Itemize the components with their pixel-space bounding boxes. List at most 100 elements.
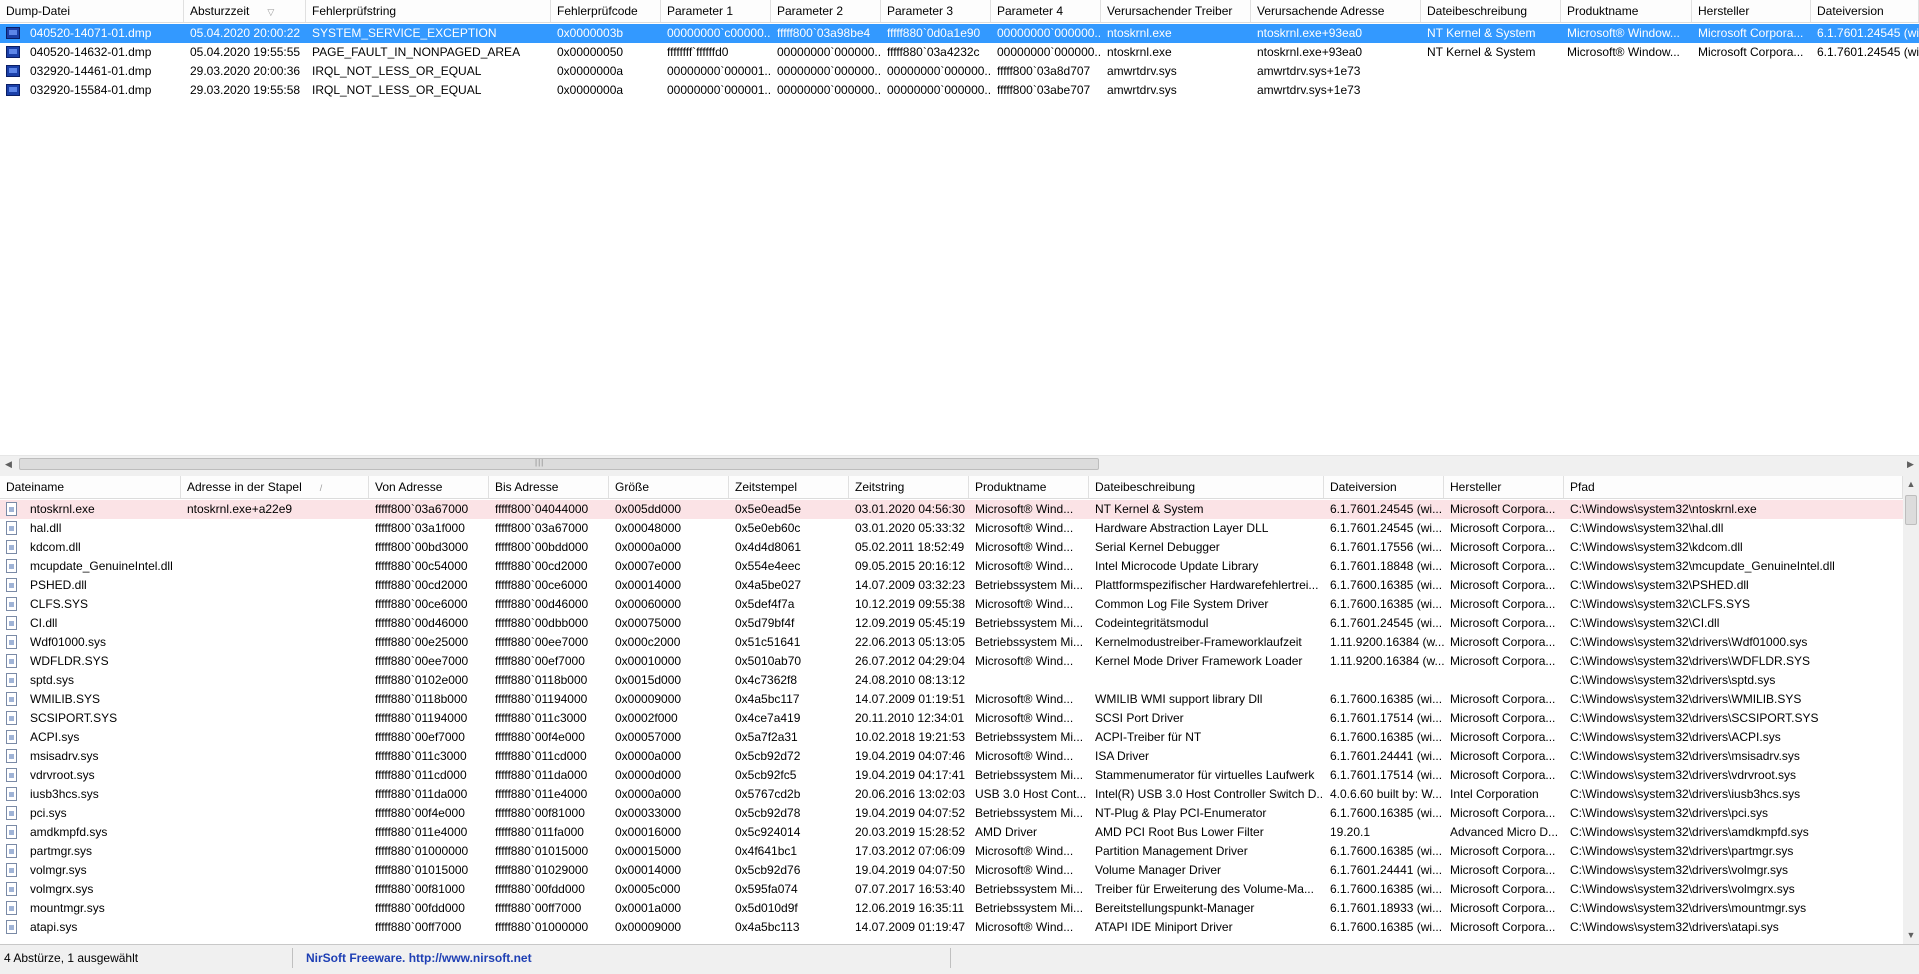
dump-row[interactable]: 032920-14461-01.dmp 29.03.2020 20:00:36 IR… <box>0 62 1919 81</box>
cell-pfad: C:\Windows\system32\PSHED.dll <box>1570 578 1749 592</box>
cell-dateiname: msisadrv.sys <box>30 749 99 763</box>
module-row[interactable]: SCSIPORT.SYS fffff880`01194000 fffff880`01… <box>0 709 1903 728</box>
column-header-von-adresse[interactable]: Von Adresse <box>369 476 489 498</box>
cell-zeitstempel: 0x5e0eb60c <box>735 521 801 535</box>
module-row[interactable]: ACPI.sys fffff880`00ef7000 fffff880`00f4e0… <box>0 728 1903 747</box>
module-row[interactable]: ntoskrnl.exe ntoskrnl.exe+a22e9 fffff800`0… <box>0 500 1903 519</box>
driver-file-icon <box>6 730 17 744</box>
module-row[interactable]: mountmgr.sys fffff880`00fdd000 fffff880`00… <box>0 899 1903 918</box>
column-header-zeitstring[interactable]: Zeitstring <box>849 476 969 498</box>
cell-pfad: C:\Windows\system32\drivers\volmgr.sys <box>1570 863 1789 877</box>
dump-row[interactable]: 040520-14071-01.dmp 05.04.2020 20:00:22 SY… <box>0 24 1919 43</box>
column-header-verursachende-adresse[interactable]: Verursachende Adresse <box>1251 0 1421 22</box>
module-row[interactable]: kdcom.dll fffff800`00bd3000 fffff800`00bdd… <box>0 538 1903 557</box>
column-header-pfad[interactable]: Pfad <box>1564 476 1903 498</box>
module-row[interactable]: CI.dll fffff880`00d46000 fffff880`00dbb000… <box>0 614 1903 633</box>
dump-list[interactable]: Dump-Datei Absturzzeit ▽ Fehlerprüfstring Fe… <box>0 0 1919 457</box>
column-header-verursachender-treiber[interactable]: Verursachender Treiber <box>1101 0 1251 22</box>
column-header-dateiversion[interactable]: Dateiversion <box>1811 0 1919 22</box>
scroll-left-arrow-icon[interactable]: ◀ <box>0 456 17 473</box>
module-row[interactable]: msisadrv.sys fffff880`011c3000 fffff880`01… <box>0 747 1903 766</box>
cell-adresse-in-der-stapel <box>181 747 369 766</box>
cell-dateibeschreibung: NT-Plug & Play PCI-Enumerator <box>1095 806 1267 820</box>
cell-zeitstring: 26.07.2012 04:29:04 <box>855 654 966 668</box>
column-header-produktname[interactable]: Produktname <box>969 476 1089 498</box>
cell-dateiname: WMILIB.SYS <box>30 692 101 706</box>
column-header-dump-datei[interactable]: Dump-Datei <box>0 0 184 22</box>
cell-zeitstempel: 0x5def4f7a <box>735 597 795 611</box>
status-separator <box>950 948 951 968</box>
column-header-dateibeschreibung[interactable]: Dateibeschreibung <box>1089 476 1324 498</box>
scroll-right-arrow-icon[interactable]: ▶ <box>1902 456 1919 473</box>
cell-dateibeschreibung <box>1421 62 1561 81</box>
cell-hersteller: Microsoft Corpora... <box>1698 26 1804 40</box>
module-row[interactable]: vdrvroot.sys fffff880`011cd000 fffff880`01… <box>0 766 1903 785</box>
column-header-produktname[interactable]: Produktname <box>1561 0 1692 22</box>
module-list[interactable]: Dateiname Adresse in der Stapel / Von Adres… <box>0 476 1903 944</box>
cell-verursachender-treiber: amwrtdrv.sys <box>1107 83 1177 97</box>
nirsoft-link[interactable]: NirSoft Freeware. http://www.nirsoft.net <box>306 949 532 967</box>
cell-von-adresse: fffff880`0118b000 <box>375 692 468 706</box>
column-header-adresse-in-der-stapel[interactable]: Adresse in der Stapel / <box>181 476 369 498</box>
cell-dateiversion: 6.1.7601.18933 (wi... <box>1330 901 1443 915</box>
module-row[interactable]: iusb3hcs.sys fffff880`011da000 fffff880`01… <box>0 785 1903 804</box>
column-header-bis-adresse[interactable]: Bis Adresse <box>489 476 609 498</box>
column-header-fehlerprüfstring[interactable]: Fehlerprüfstring <box>306 0 551 22</box>
column-header-dateiname[interactable]: Dateiname <box>0 476 181 498</box>
module-row[interactable]: hal.dll fffff800`03a1f000 fffff800`03a6700… <box>0 519 1903 538</box>
dump-row[interactable]: 032920-15584-01.dmp 29.03.2020 19:55:58 IR… <box>0 81 1919 100</box>
column-header-dateiversion[interactable]: Dateiversion <box>1324 476 1444 498</box>
cell-dateiname: Wdf01000.sys <box>30 635 107 649</box>
column-header-label: Hersteller <box>1450 480 1502 494</box>
cell-pfad: C:\Windows\system32\drivers\ACPI.sys <box>1570 730 1781 744</box>
dump-row[interactable]: 040520-14632-01.dmp 05.04.2020 19:55:55 PA… <box>0 43 1919 62</box>
column-header-label: Verursachender Treiber <box>1107 4 1233 18</box>
dump-list-horizontal-scrollbar[interactable]: ◀ ||| ▶ <box>0 455 1919 474</box>
column-header-parameter-1[interactable]: Parameter 1 <box>661 0 771 22</box>
cell-zeitstring: 03.01.2020 05:33:32 <box>855 521 966 535</box>
cell-dateiname: ACPI.sys <box>30 730 80 744</box>
cell-dateiversion: 6.1.7601.24441 (wi... <box>1330 749 1443 763</box>
column-header-dateibeschreibung[interactable]: Dateibeschreibung <box>1421 0 1561 22</box>
module-row[interactable]: mcupdate_GenuineIntel.dll fffff880`00c540… <box>0 557 1903 576</box>
module-row[interactable]: pci.sys fffff880`00f4e000 fffff880`00f8100… <box>0 804 1903 823</box>
column-header-label: Adresse in der Stapel <box>187 480 302 494</box>
scroll-down-arrow-icon[interactable]: ▼ <box>1903 927 1919 944</box>
scroll-up-arrow-icon[interactable]: ▲ <box>1903 476 1919 493</box>
column-header-zeitstempel[interactable]: Zeitstempel <box>729 476 849 498</box>
column-header-hersteller[interactable]: Hersteller <box>1692 0 1811 22</box>
cell-adresse-in-der-stapel <box>181 823 369 842</box>
module-row[interactable]: PSHED.dll fffff880`00cd2000 fffff880`00ce6… <box>0 576 1903 595</box>
module-row[interactable]: volmgr.sys fffff880`01015000 fffff880`0102… <box>0 861 1903 880</box>
column-header-hersteller[interactable]: Hersteller <box>1444 476 1564 498</box>
module-row[interactable]: atapi.sys fffff880`00ff7000 fffff880`01000… <box>0 918 1903 937</box>
column-header-fehlerprüfcode[interactable]: Fehlerprüfcode <box>551 0 661 22</box>
cell-dateiversion: 6.1.7601.18848 (wi... <box>1330 559 1443 573</box>
cell-zeitstempel: 0x4d4d8061 <box>735 540 802 554</box>
cell-hersteller: Microsoft Corpora... <box>1450 711 1556 725</box>
module-row[interactable]: volmgrx.sys fffff880`00f81000 fffff880`00f… <box>0 880 1903 899</box>
cell-bis-adresse: fffff880`00cd2000 <box>495 559 588 573</box>
column-header-absturzzeit[interactable]: Absturzzeit ▽ <box>184 0 306 22</box>
scrollbar-thumb[interactable] <box>1905 495 1917 525</box>
module-row[interactable]: sptd.sys fffff880`0102e000 fffff880`0118b0… <box>0 671 1903 690</box>
cell-zeitstempel: 0x4a5bc113 <box>735 920 800 934</box>
cell-bis-adresse: fffff880`011e4000 <box>495 787 588 801</box>
column-header-parameter-4[interactable]: Parameter 4 <box>991 0 1101 22</box>
cell-adresse-in-der-stapel <box>181 709 369 728</box>
cell-größe: 0x005dd000 <box>615 502 682 516</box>
module-row[interactable]: amdkmpfd.sys fffff880`011e4000 fffff880`01… <box>0 823 1903 842</box>
module-row[interactable]: WMILIB.SYS fffff880`0118b000 fffff880`0119… <box>0 690 1903 709</box>
cell-produktname: Betriebssystem Mi... <box>975 635 1084 649</box>
column-header-parameter-3[interactable]: Parameter 3 <box>881 0 991 22</box>
module-row[interactable]: Wdf01000.sys fffff880`00e25000 fffff880`00… <box>0 633 1903 652</box>
cell-bis-adresse: fffff880`01000000 <box>495 920 589 934</box>
module-row[interactable]: partmgr.sys fffff880`01000000 fffff880`010… <box>0 842 1903 861</box>
scrollbar-thumb[interactable] <box>19 458 1099 470</box>
module-list-vertical-scrollbar[interactable]: ▲ ▼ <box>1903 476 1919 944</box>
cell-bis-adresse: fffff880`00dbb000 <box>495 616 589 630</box>
module-row[interactable]: WDFLDR.SYS fffff880`00ee7000 fffff880`00ef… <box>0 652 1903 671</box>
column-header-parameter-2[interactable]: Parameter 2 <box>771 0 881 22</box>
column-header-größe[interactable]: Größe <box>609 476 729 498</box>
module-row[interactable]: CLFS.SYS fffff880`00ce6000 fffff880`00d460… <box>0 595 1903 614</box>
